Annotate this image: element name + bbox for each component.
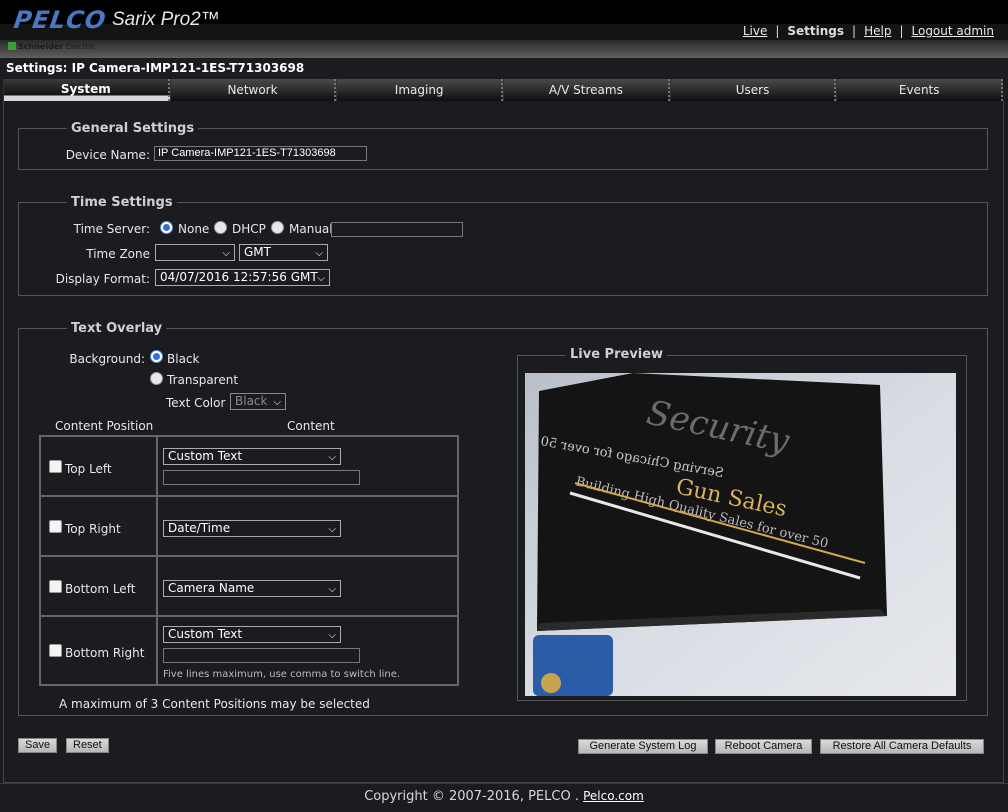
- chevron-down-icon: ⌵: [328, 524, 336, 535]
- device-name-label: Device Name:: [65, 148, 150, 162]
- text-color-select[interactable]: Black ⌵: [230, 393, 286, 410]
- restore-defaults-button[interactable]: Restore All Camera Defaults: [820, 739, 984, 754]
- top-right-label: Top Right: [65, 522, 121, 536]
- settings-tabs: System Network Imaging A/V Streams Users…: [3, 79, 1004, 101]
- background-label: Background:: [69, 352, 145, 366]
- save-button[interactable]: Save: [18, 738, 58, 753]
- bottom-left-checkbox[interactable]: [49, 580, 62, 593]
- time-server-none-radio[interactable]: [160, 221, 173, 234]
- tab-users[interactable]: Users: [669, 79, 837, 101]
- display-format-select[interactable]: 04/07/2016 12:57:56 GMT ⌵: [155, 269, 330, 286]
- top-right-content-select[interactable]: Date/Time ⌵: [163, 520, 341, 537]
- bottom-left-label: Bottom Left: [65, 582, 136, 596]
- device-name-input[interactable]: IP Camera-IMP121-1ES-T71303698: [154, 146, 367, 161]
- background-transparent-radio[interactable]: [150, 372, 163, 385]
- background-transparent-label: Transparent: [167, 373, 239, 387]
- tab-system[interactable]: System: [3, 79, 170, 101]
- time-server-dhcp-radio[interactable]: [214, 221, 227, 234]
- top-nav: Live | Settings | Help | Logout admin: [742, 24, 995, 38]
- schneider-leaf-icon: [8, 42, 16, 50]
- tab-events[interactable]: Events: [836, 79, 1004, 101]
- page-title: Settings: IP Camera-IMP121-1ES-T71303698: [6, 61, 305, 75]
- camera-feed-icon: Security Serving Chicago for over 50 Yea…: [525, 373, 956, 696]
- content-position-header: Content Position: [55, 419, 154, 433]
- time-settings-legend: Time Settings: [71, 195, 173, 210]
- top-left-content-select[interactable]: Custom Text ⌵: [163, 448, 341, 465]
- time-zone-select[interactable]: GMT ⌵: [239, 244, 328, 261]
- live-preview-legend: Live Preview: [566, 347, 668, 362]
- chevron-down-icon: ⌵: [328, 452, 336, 463]
- time-server-label: Time Server:: [73, 222, 150, 236]
- background-black-label: Black: [167, 352, 200, 366]
- live-preview-image[interactable]: Security Serving Chicago for over 50 Yea…: [525, 373, 956, 696]
- top-left-label: Top Left: [65, 462, 112, 476]
- chevron-down-icon: ⌵: [273, 397, 281, 408]
- top-right-checkbox[interactable]: [49, 520, 62, 533]
- time-server-none-label: None: [178, 222, 210, 236]
- tab-imaging[interactable]: Imaging: [336, 79, 504, 101]
- schneider-logo: Schneider Electric: [8, 42, 95, 51]
- background-black-radio[interactable]: [150, 350, 163, 363]
- content-header: Content: [287, 419, 335, 433]
- pelco-logo: PELCO: [12, 6, 109, 34]
- nav-logout-link[interactable]: Logout admin: [912, 24, 995, 38]
- footer: Copyright © 2007-2016, PELCO . Pelco.com: [0, 783, 1008, 812]
- display-format-label: Display Format:: [55, 272, 150, 286]
- time-server-manual-label: Manual: [289, 222, 333, 236]
- chevron-down-icon: ⌵: [315, 248, 323, 259]
- pelco-link[interactable]: Pelco.com: [583, 789, 644, 803]
- top-left-custom-text-input[interactable]: [163, 470, 360, 485]
- time-zone-label: Time Zone: [86, 247, 150, 261]
- app-header: PELCO Sarix Pro2™ Schneider Electric Liv…: [0, 0, 1008, 58]
- chevron-down-icon: ⌵: [317, 273, 325, 284]
- nav-settings-link[interactable]: Settings: [787, 24, 844, 38]
- bottom-left-content-select[interactable]: Camera Name ⌵: [163, 580, 341, 597]
- tab-av-streams[interactable]: A/V Streams: [503, 79, 670, 101]
- product-name: Sarix Pro2™: [112, 9, 220, 30]
- bottom-right-custom-text-input[interactable]: [163, 648, 360, 663]
- bottom-right-checkbox[interactable]: [49, 644, 62, 657]
- reset-button[interactable]: Reset: [66, 738, 109, 753]
- max-positions-note: A maximum of 3 Content Positions may be …: [59, 697, 370, 711]
- nav-live-link[interactable]: Live: [743, 24, 768, 38]
- bottom-right-hint: Five lines maximum, use comma to switch …: [163, 669, 401, 680]
- text-color-label: Text Color: [166, 396, 226, 410]
- time-server-manual-radio[interactable]: [271, 221, 284, 234]
- chevron-down-icon: ⌵: [328, 584, 336, 595]
- top-left-checkbox[interactable]: [49, 460, 62, 473]
- chevron-down-icon: ⌵: [328, 630, 336, 641]
- copyright-text: Copyright © 2007-2016, PELCO .: [364, 789, 584, 804]
- nav-help-link[interactable]: Help: [864, 24, 891, 38]
- reboot-camera-button[interactable]: Reboot Camera: [715, 739, 812, 754]
- time-server-dhcp-label: DHCP: [232, 222, 266, 236]
- time-zone-region-select[interactable]: ⌵: [155, 244, 235, 261]
- generate-system-log-button[interactable]: Generate System Log: [578, 739, 708, 754]
- tab-network[interactable]: Network: [169, 79, 337, 101]
- chevron-down-icon: ⌵: [222, 248, 230, 259]
- bottom-right-label: Bottom Right: [65, 646, 145, 660]
- text-overlay-legend: Text Overlay: [71, 321, 163, 336]
- bottom-right-content-select[interactable]: Custom Text ⌵: [163, 626, 341, 643]
- general-settings-legend: General Settings: [71, 121, 195, 136]
- time-server-manual-input[interactable]: [331, 222, 463, 237]
